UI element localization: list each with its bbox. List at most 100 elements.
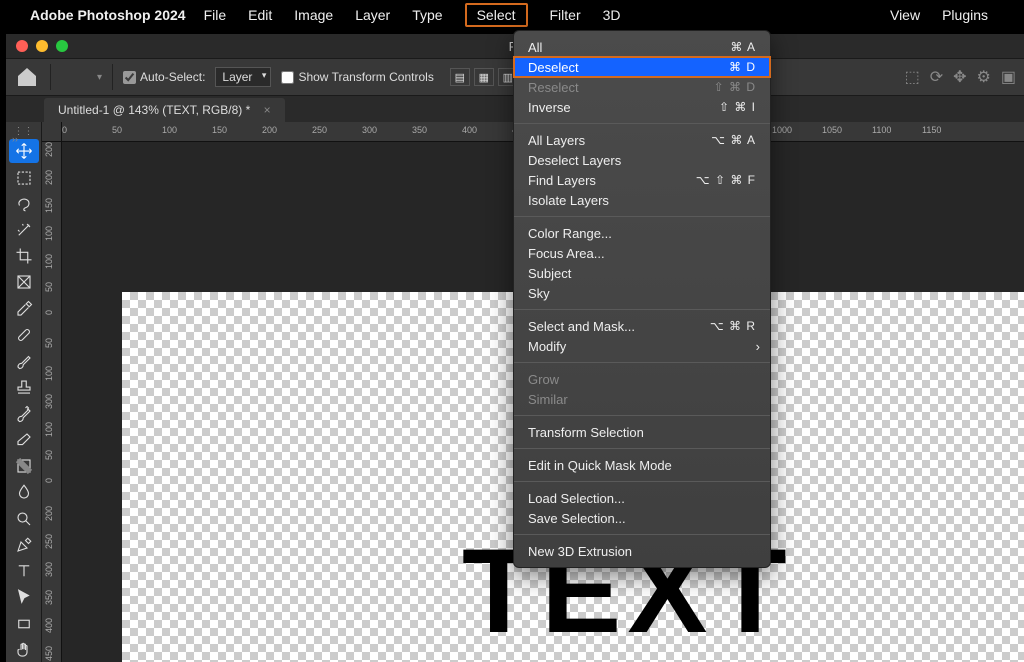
window-minimize-button[interactable] [36, 40, 48, 52]
panel-expander[interactable]: ›› [12, 134, 44, 150]
menu-shortcut: ⇧ ⌘ D [714, 80, 756, 94]
dodge-tool[interactable] [9, 506, 39, 530]
menu-item-label: Find Layers [528, 173, 596, 188]
menu-separator [514, 534, 770, 535]
camera-icon[interactable]: ▣ [1001, 67, 1016, 87]
menu-separator [514, 415, 770, 416]
menu-item-label: Deselect [528, 60, 579, 75]
menu-separator [514, 123, 770, 124]
eraser-tool[interactable] [9, 428, 39, 452]
menu-item-label: Save Selection... [528, 511, 626, 526]
align-buttons: ▤ ▦ ▥ [450, 68, 518, 86]
menu-item-label: Color Range... [528, 226, 612, 241]
menu-item-label: Grow [528, 372, 559, 387]
eyedropper-tool[interactable] [9, 297, 39, 321]
auto-select-checkbox[interactable]: Auto-Select: [123, 70, 205, 84]
show-transform-input[interactable] [281, 71, 294, 84]
brush-tool[interactable] [9, 349, 39, 373]
menu-item-deselect-layers[interactable]: Deselect Layers [514, 150, 770, 170]
ruler-tick: 100 [44, 226, 54, 241]
menu-item-all-layers[interactable]: All Layers⌥ ⌘ A [514, 130, 770, 150]
hand-tool[interactable] [9, 638, 39, 662]
menu-item-find-layers[interactable]: Find Layers⌥ ⇧ ⌘ F [514, 170, 770, 190]
menu-layer[interactable]: Layer [355, 7, 390, 23]
frame-tool[interactable] [9, 270, 39, 294]
menu-item-label: Load Selection... [528, 491, 625, 506]
menu-image[interactable]: Image [294, 7, 333, 23]
menu-item-transform-selection[interactable]: Transform Selection [514, 422, 770, 442]
clone-stamp-tool[interactable] [9, 375, 39, 399]
lasso-tool[interactable] [9, 192, 39, 216]
healing-brush-tool[interactable] [9, 323, 39, 347]
document-tab[interactable]: Untitled-1 @ 143% (TEXT, RGB/8) * × [44, 98, 285, 122]
menu-item-subject[interactable]: Subject [514, 263, 770, 283]
menu-view[interactable]: View [890, 7, 920, 23]
crop-tool[interactable] [9, 244, 39, 268]
marquee-tool[interactable] [9, 165, 39, 189]
align-center-button[interactable]: ▦ [474, 68, 494, 86]
menu-type[interactable]: Type [412, 7, 442, 23]
ruler-tick: 0 [62, 125, 67, 135]
quick-select-tool[interactable] [9, 218, 39, 242]
ruler-tick: 250 [312, 125, 327, 135]
ruler-tick: 50 [112, 125, 122, 135]
type-tool[interactable] [9, 559, 39, 583]
auto-select-input[interactable] [123, 71, 136, 84]
menu-item-label: Transform Selection [528, 425, 644, 440]
menu-filter[interactable]: Filter [550, 7, 581, 23]
menu-item-save-selection[interactable]: Save Selection... [514, 508, 770, 528]
menu-item-select-and-mask[interactable]: Select and Mask...⌥ ⌘ R [514, 316, 770, 336]
ruler-tick: 1000 [772, 125, 792, 135]
3d-mode-icon[interactable]: ⬚ [905, 67, 920, 87]
rotate-icon[interactable]: ⟳ [930, 67, 943, 87]
rectangle-tool[interactable] [9, 611, 39, 635]
gradient-tool[interactable] [9, 454, 39, 478]
scale-icon[interactable]: ✥ [953, 67, 966, 87]
menu-item-color-range[interactable]: Color Range... [514, 223, 770, 243]
menu-select[interactable]: Select [465, 3, 528, 27]
path-select-tool[interactable] [9, 585, 39, 609]
ruler-tick: 100 [162, 125, 177, 135]
menu-item-all[interactable]: All⌘ A [514, 37, 770, 57]
menu-3d[interactable]: 3D [603, 7, 621, 23]
menu-separator [514, 216, 770, 217]
ruler-tick: 200 [44, 506, 54, 521]
menu-file[interactable]: File [204, 7, 227, 23]
menu-item-inverse[interactable]: Inverse⇧ ⌘ I [514, 97, 770, 117]
close-tab-icon[interactable]: × [264, 103, 271, 117]
window-zoom-button[interactable] [56, 40, 68, 52]
blur-tool[interactable] [9, 480, 39, 504]
menu-item-isolate-layers[interactable]: Isolate Layers [514, 190, 770, 210]
menu-item-focus-area[interactable]: Focus Area... [514, 243, 770, 263]
ruler-tick: 200 [44, 170, 54, 185]
window-close-button[interactable] [16, 40, 28, 52]
align-left-button[interactable]: ▤ [450, 68, 470, 86]
ruler-tick: 50 [44, 450, 54, 460]
menu-item-label: Edit in Quick Mask Mode [528, 458, 672, 473]
vertical-ruler[interactable]: 2002001501001005005010030010050020025030… [42, 142, 62, 662]
menu-plugins[interactable]: Plugins [942, 7, 988, 23]
menu-item-load-selection[interactable]: Load Selection... [514, 488, 770, 508]
show-transform-checkbox[interactable]: Show Transform Controls [281, 70, 433, 84]
ruler-tick: 0 [44, 478, 54, 483]
home-button[interactable] [14, 64, 40, 90]
pen-tool[interactable] [9, 533, 39, 557]
ruler-tick: 50 [44, 282, 54, 292]
menu-item-new-3d-extrusion[interactable]: New 3D Extrusion [514, 541, 770, 561]
select-menu-dropdown: All⌘ ADeselect⌘ DReselect⇧ ⌘ DInverse⇧ ⌘… [513, 30, 771, 568]
menu-item-label: Focus Area... [528, 246, 605, 261]
ruler-tick: 350 [412, 125, 427, 135]
menu-item-modify[interactable]: Modify› [514, 336, 770, 356]
menu-item-deselect[interactable]: Deselect⌘ D [514, 57, 770, 77]
menu-shortcut: ⌥ ⌘ R [710, 319, 756, 333]
menu-shortcut: ⇧ ⌘ I [719, 100, 756, 114]
history-brush-tool[interactable] [9, 402, 39, 426]
menu-item-edit-in-quick-mask-mode[interactable]: Edit in Quick Mask Mode [514, 455, 770, 475]
gear-icon[interactable]: ⚙ [977, 67, 991, 87]
ruler-tick: 200 [44, 142, 54, 157]
ruler-tick: 1150 [922, 125, 941, 135]
menu-edit[interactable]: Edit [248, 7, 272, 23]
auto-select-dropdown[interactable]: Layer ▾ [215, 67, 271, 87]
menu-item-sky[interactable]: Sky [514, 283, 770, 303]
ruler-tick: 100 [44, 254, 54, 269]
